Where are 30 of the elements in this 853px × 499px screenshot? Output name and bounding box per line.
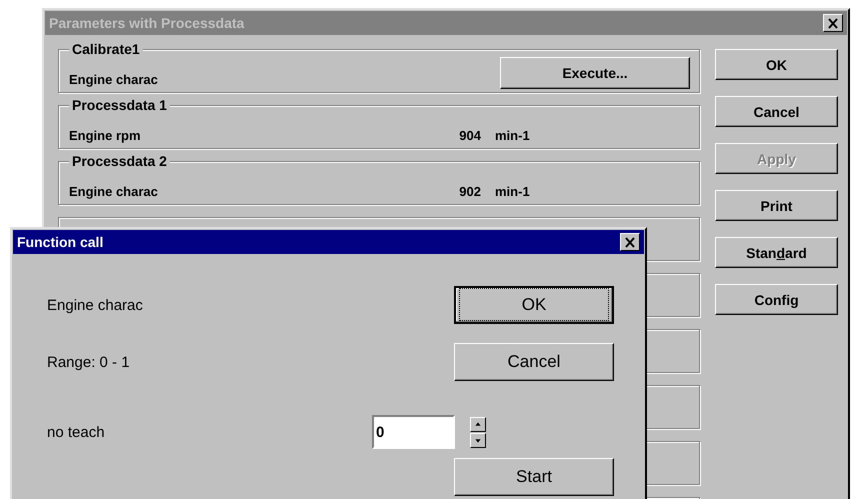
close-icon — [624, 236, 636, 248]
value-text: 904 — [458, 128, 481, 143]
close-icon — [827, 18, 839, 28]
field-label: Engine charac — [69, 72, 159, 87]
function-name: Engine charac — [47, 296, 144, 314]
dialog-button[interactable]: OK — [715, 49, 838, 80]
window-title: Parameters with Processdata — [49, 15, 244, 31]
field-label: Engine rpm — [69, 128, 142, 143]
unit-text: min-1 — [495, 184, 530, 199]
ok-button[interactable]: OK — [454, 286, 614, 324]
dialog-button[interactable]: Print — [715, 190, 838, 221]
number-field[interactable]: 0 — [372, 415, 455, 449]
cancel-button[interactable]: Cancel — [454, 343, 614, 381]
window-title: Function call — [17, 234, 104, 250]
value-text: 902 — [458, 184, 481, 199]
group-title: Processdata 2 — [69, 153, 170, 169]
dialog-button[interactable]: Config — [715, 284, 838, 315]
range-text: Range: 0 - 1 — [47, 354, 131, 370]
close-button[interactable] — [823, 14, 843, 32]
group-title: Calibrate1 — [69, 41, 143, 57]
unit-text: min-1 — [495, 128, 530, 143]
field-label: Engine charac — [69, 184, 159, 199]
dialog-button[interactable]: Cancel — [715, 96, 838, 127]
execute-button[interactable]: Execute... — [500, 57, 690, 89]
field-label: no teach — [47, 424, 106, 440]
spinner-control[interactable] — [470, 416, 486, 448]
group-title: Processdata 1 — [69, 97, 170, 113]
start-button[interactable]: Start — [454, 458, 614, 496]
dialog-button[interactable]: Standard — [715, 237, 838, 268]
close-button[interactable] — [620, 233, 640, 251]
